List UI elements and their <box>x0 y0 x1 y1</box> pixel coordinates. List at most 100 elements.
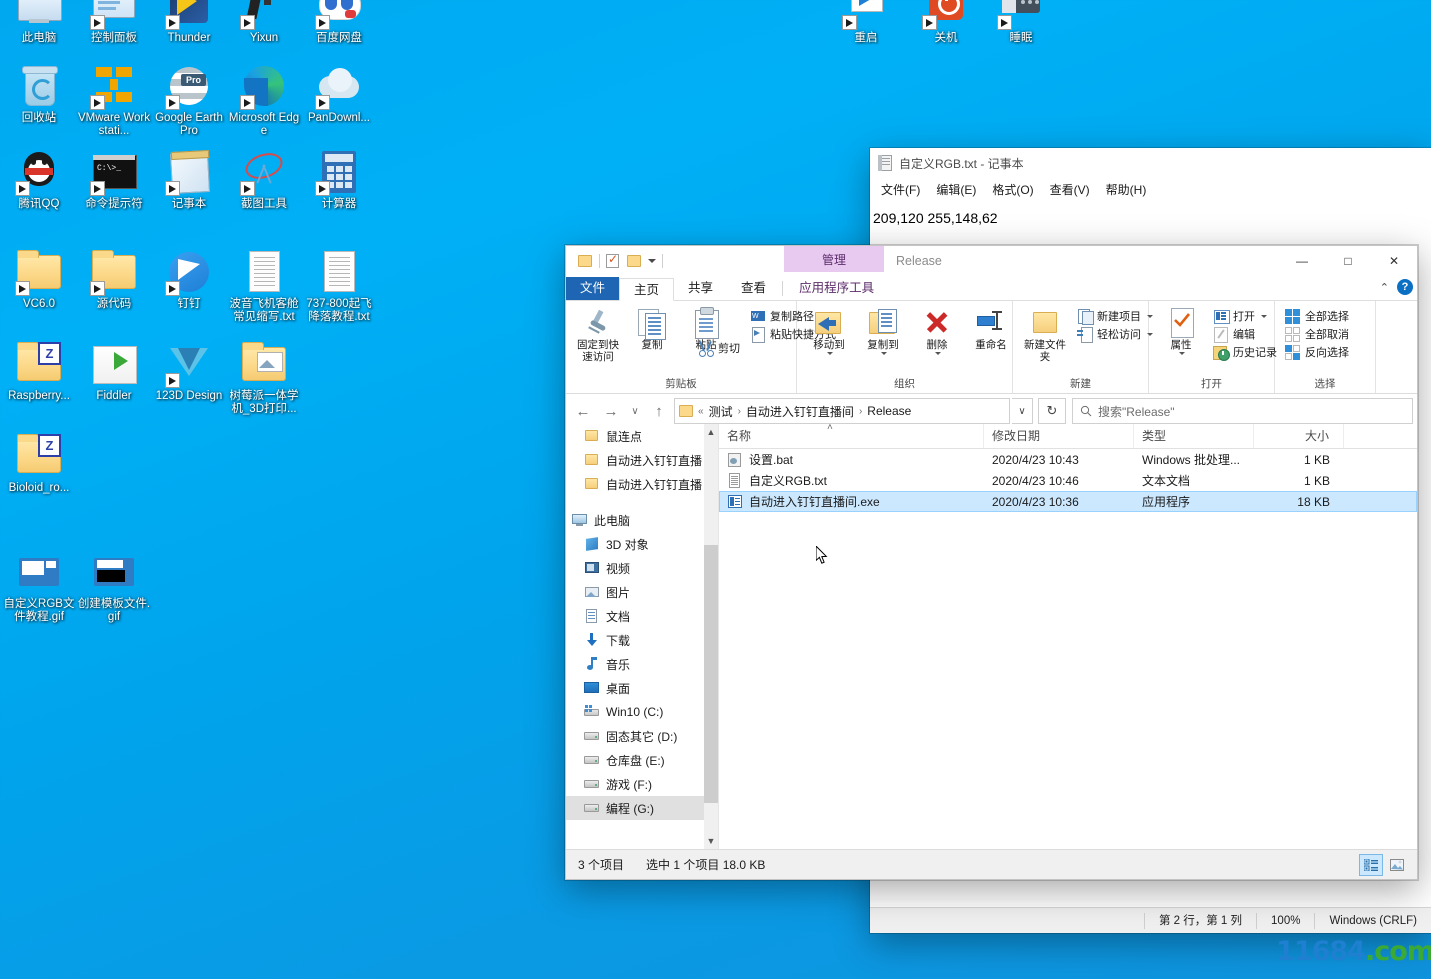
tab-2[interactable]: 共享 <box>674 277 727 300</box>
table-row[interactable]: 设置.bat 2020/4/23 10:43 Windows 批处理... 1 KB <box>719 449 1417 470</box>
chevron-right-icon[interactable]: › <box>859 406 862 417</box>
desktop-icon[interactable]: 关机 <box>908 0 984 45</box>
ribbon-button[interactable]: 删除 <box>911 305 963 357</box>
nav-item[interactable]: 游戏 (F:) <box>566 772 718 796</box>
ribbon-tab-strip[interactable]: 文件 主页 共享 查看 应用程序工具 ⌃ ? <box>566 276 1417 301</box>
desktop-icon[interactable]: 123D Design <box>151 340 227 403</box>
ribbon-small-button[interactable]: 反向选择 <box>1281 343 1353 361</box>
nav-item[interactable]: 音乐 <box>566 652 718 676</box>
chevron-down-icon[interactable] <box>1179 351 1185 355</box>
address-dropdown-icon[interactable]: ∨ <box>1012 398 1033 424</box>
ribbon-button[interactable]: 移动到 <box>803 305 855 357</box>
close-button[interactable]: ✕ <box>1371 246 1417 276</box>
chevron-down-icon[interactable] <box>827 351 833 355</box>
notepad-menu-item[interactable]: 帮助(H) <box>1099 179 1154 200</box>
back-button[interactable]: ← <box>570 398 596 424</box>
recent-locations-button[interactable]: ∨ <box>626 398 644 424</box>
dropdown-icon[interactable] <box>648 259 656 263</box>
chevron-down-icon[interactable] <box>1261 314 1267 318</box>
nav-item[interactable]: 视频 <box>566 556 718 580</box>
nav-item[interactable]: 桌面 <box>566 676 718 700</box>
ribbon-small-button[interactable]: 历史记录 <box>1209 343 1281 361</box>
desktop-icon[interactable]: 创建模板文件.gif <box>76 548 152 624</box>
chevron-right-icon[interactable]: › <box>738 406 741 417</box>
file-name-cell[interactable]: 自动进入钉钉直播间.exe <box>719 493 984 510</box>
file-rows[interactable]: 设置.bat 2020/4/23 10:43 Windows 批处理... 1 KB 自… <box>719 449 1417 512</box>
column-header[interactable]: 修改日期 <box>984 424 1134 448</box>
notepad-menu-item[interactable]: 查看(V) <box>1043 179 1097 200</box>
file-name-cell[interactable]: 自定义RGB.txt <box>719 472 984 489</box>
search-input[interactable]: 搜索"Release" <box>1072 398 1413 424</box>
ribbon-small-button[interactable]: 轻松访问 <box>1073 325 1157 343</box>
tab-3[interactable]: 查看 <box>727 277 780 300</box>
tab-4[interactable]: 应用程序工具 <box>785 277 888 300</box>
nav-scroll-up-button[interactable]: ▲ <box>704 424 718 440</box>
navigation-pane[interactable]: ▲ ▼ 鼠连点 自动进入钉钉直播 自动进入钉钉直播 此电脑 3D 对象 视频 图片 文档 下载音… <box>566 424 719 849</box>
ribbon-small-button[interactable]: 新建项目 <box>1073 307 1157 325</box>
large-icons-view-button[interactable] <box>1385 854 1409 876</box>
column-header[interactable]: 类型 <box>1134 424 1254 448</box>
quick-access-toolbar[interactable] <box>566 246 663 276</box>
desktop-icon[interactable]: C:\>_ 命令提示符 <box>76 148 152 211</box>
window-controls[interactable]: — □ ✕ <box>1279 246 1417 276</box>
breadcrumb-overflow[interactable]: « <box>698 406 704 417</box>
nav-item[interactable]: 文档 <box>566 604 718 628</box>
desktop-icon[interactable]: VC6.0 <box>1 248 77 311</box>
desktop-icon[interactable]: VMware Workstati... <box>76 62 152 138</box>
ribbon-button[interactable]: 重命名 <box>965 305 1017 354</box>
ribbon-button[interactable]: 属性 <box>1155 305 1207 357</box>
ribbon-small-button[interactable]: 全部选择 <box>1281 307 1353 325</box>
ribbon-small-button[interactable]: 打开 <box>1209 307 1281 325</box>
ribbon-small-button[interactable]: 剪切 <box>694 339 744 357</box>
nav-item[interactable]: 3D 对象 <box>566 532 718 556</box>
notepad-menu-item[interactable]: 编辑(E) <box>929 179 983 200</box>
ribbon-small-button[interactable]: 全部取消 <box>1281 325 1353 343</box>
desktop-icon[interactable]: Microsoft Edge <box>226 62 302 138</box>
chevron-down-icon[interactable] <box>881 351 887 355</box>
desktop-icon[interactable]: 控制面板 <box>76 0 152 45</box>
nav-item[interactable]: 下载 <box>566 628 718 652</box>
refresh-icon[interactable]: ↻ <box>1038 398 1066 424</box>
table-row[interactable]: 自定义RGB.txt 2020/4/23 10:46 文本文档 1 KB <box>719 470 1417 491</box>
chevron-up-icon[interactable]: ⌃ <box>1380 281 1389 294</box>
nav-scrollbar-track[interactable] <box>704 440 718 833</box>
folder-icon[interactable] <box>578 254 593 268</box>
column-header[interactable]: 名称 <box>719 424 984 448</box>
desktop-icon[interactable]: 百度网盘 <box>301 0 377 45</box>
desktop-icon[interactable]: Thunder <box>151 0 227 45</box>
desktop-icon[interactable]: 计算器 <box>301 148 377 211</box>
nav-scrollbar-thumb[interactable] <box>704 545 718 803</box>
desktop-icon[interactable]: 钉钉 <box>151 248 227 311</box>
desktop-icon[interactable]: 腾讯QQ <box>1 148 77 211</box>
ribbon[interactable]: 固定到快速访问 复制 粘贴 剪切 W 复制路径 粘贴快捷方式 剪贴板 移动到 复制到 删除 重命名 组织… <box>566 301 1417 394</box>
file-list-pane[interactable]: ˄ 名称 修改日期 类型 大小 设置.bat 2020/4/23 10:43 Window… <box>719 424 1417 849</box>
nav-item[interactable]: 自动进入钉钉直播 <box>566 472 718 496</box>
ribbon-small-button[interactable]: 编辑 <box>1209 325 1281 343</box>
ribbon-button[interactable]: 复制 <box>626 305 678 354</box>
folder2-icon[interactable] <box>627 254 642 268</box>
desktop-icon[interactable]: Yixun <box>226 0 302 45</box>
desktop-icon[interactable]: 截图工具 <box>226 148 302 211</box>
nav-item[interactable]: 图片 <box>566 580 718 604</box>
desktop-icon[interactable]: Z Bioloid_ro... <box>1 432 77 495</box>
forward-button[interactable]: → <box>598 398 624 424</box>
notepad-menu-item[interactable]: 文件(F) <box>874 179 927 200</box>
desktop-icon[interactable]: 737-800起飞降落教程.txt <box>301 248 377 324</box>
minimize-button[interactable]: — <box>1279 246 1325 276</box>
ribbon-right-controls[interactable]: ⌃ ? <box>1380 279 1413 295</box>
desktop-icon[interactable]: 此电脑 <box>1 0 77 45</box>
desktop-icon[interactable]: PanDownl... <box>301 62 377 125</box>
details-view-button[interactable] <box>1359 853 1383 876</box>
breadcrumb-item[interactable]: 测试 <box>709 403 733 420</box>
nav-item[interactable]: 鼠连点 <box>566 424 718 448</box>
chevron-down-icon[interactable] <box>935 351 941 355</box>
ribbon-button[interactable]: 新建文件夹 <box>1019 305 1071 365</box>
notepad-menu-item[interactable]: 格式(O) <box>985 179 1040 200</box>
desktop-icon[interactable]: 源代码 <box>76 248 152 311</box>
desktop-icon[interactable]: 树莓派一体学机_3D打印... <box>226 340 302 416</box>
desktop-icon[interactable]: 记事本 <box>151 148 227 211</box>
checkbox-icon[interactable] <box>606 252 621 268</box>
ribbon-button[interactable]: 固定到快速访问 <box>572 305 624 365</box>
nav-item[interactable]: 固态其它 (D:) <box>566 724 718 748</box>
view-mode-buttons[interactable] <box>1359 853 1417 876</box>
